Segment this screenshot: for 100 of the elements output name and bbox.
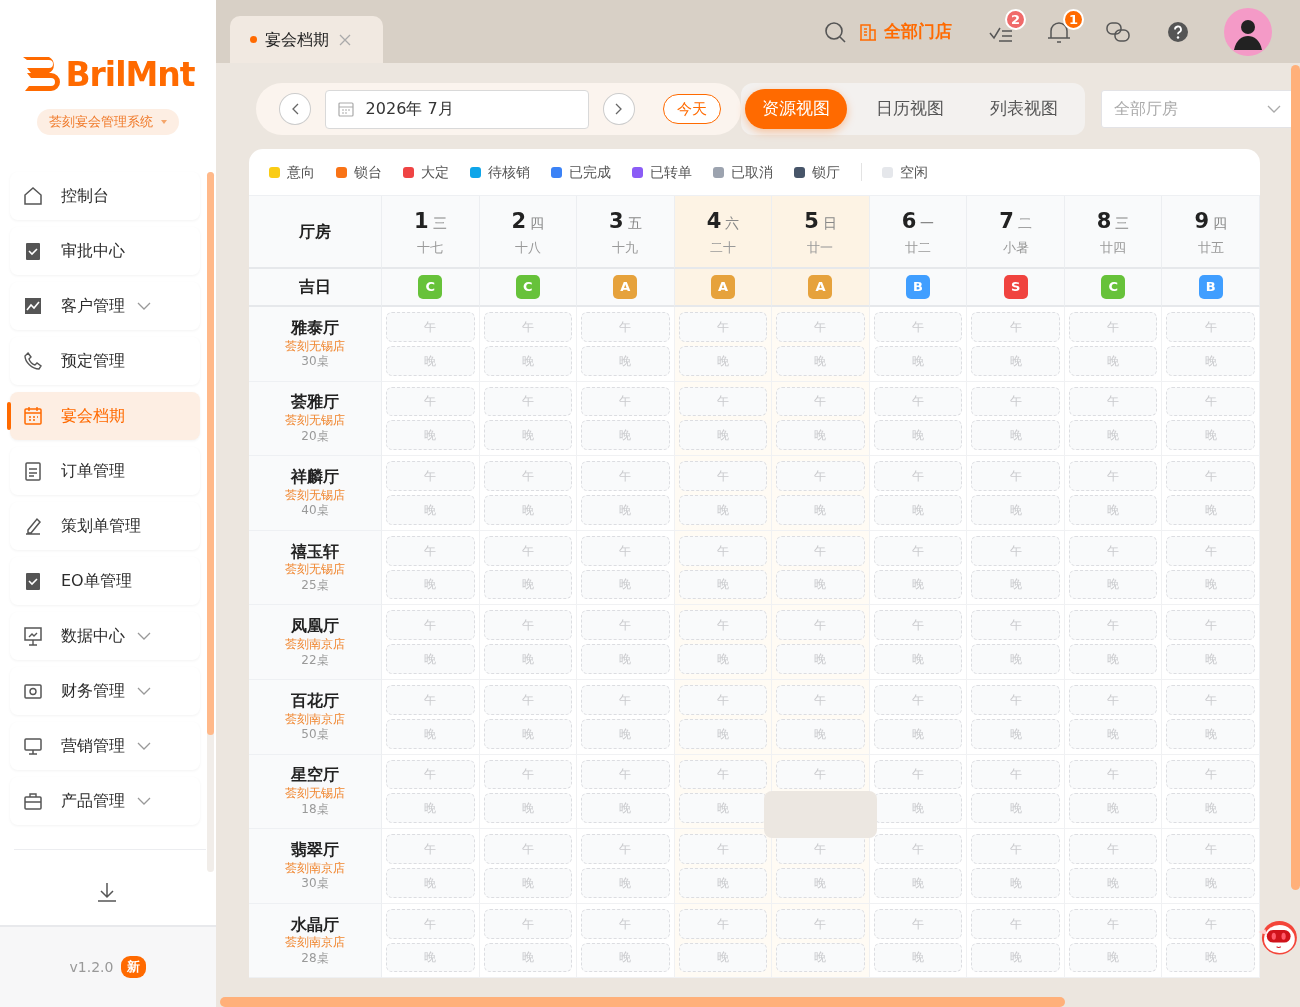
today-button[interactable]: 今天 <box>662 94 721 124</box>
sidebar-item[interactable]: 财务管理 <box>10 667 200 715</box>
store-name: 荟刻无锡店 <box>285 338 345 355</box>
chart-icon <box>22 295 44 317</box>
messages-button[interactable] <box>1105 19 1131 45</box>
chevron-right-icon <box>614 103 623 115</box>
store-name: 荟刻南京店 <box>285 935 345 951</box>
legend-label: 已完成 <box>569 162 611 182</box>
room-name: 雅泰厅 <box>291 317 339 339</box>
store-selector[interactable]: 全部门店 <box>859 19 952 45</box>
legend-label: 大定 <box>421 162 449 182</box>
view-tab[interactable]: 列表视图 <box>973 89 1075 129</box>
day-number: 2 <box>511 208 527 235</box>
presentation-board-icon <box>22 625 44 647</box>
day-number: 5 <box>804 208 819 235</box>
lunar-date: 廿四 <box>1100 238 1127 257</box>
weekday-label: 四 <box>530 214 545 233</box>
weekday-label: 一 <box>920 214 935 233</box>
document-icon <box>22 460 44 482</box>
sidebar-item[interactable]: 预定管理 <box>10 337 200 385</box>
table-count: 30桌 <box>301 876 329 892</box>
scrollbar[interactable] <box>220 997 1065 1007</box>
view-tab[interactable]: 资源视图 <box>745 89 847 129</box>
column-header: 厅房 <box>299 220 331 243</box>
count-badge: 2 <box>1005 9 1026 30</box>
weekday-label: 二 <box>1017 214 1032 233</box>
building-icon <box>859 23 877 41</box>
bell-icon <box>1046 19 1072 45</box>
lunar-date: 十八 <box>514 238 541 257</box>
calendar-icon <box>337 101 354 117</box>
legend-label: 已取消 <box>731 162 773 182</box>
day-number: 3 <box>609 208 624 235</box>
avatar-icon <box>1224 8 1272 56</box>
search-button[interactable] <box>824 21 846 43</box>
table-count: 50桌 <box>301 727 329 743</box>
store-name: 荟刻无锡店 <box>285 786 345 802</box>
lunar-date: 十九 <box>612 238 639 257</box>
monitor-icon <box>22 735 44 757</box>
sidebar-item[interactable]: EO单管理 <box>10 557 200 605</box>
help-button[interactable] <box>1167 21 1189 43</box>
store-name: 荟刻南京店 <box>285 636 345 653</box>
table-count: 20桌 <box>301 428 329 445</box>
day-number: 7 <box>999 208 1014 235</box>
scrollbar[interactable] <box>207 172 214 735</box>
hall-select[interactable]: 全部厅房 <box>1101 90 1294 128</box>
chevron-down-icon <box>1267 105 1281 113</box>
legend-label: 待核销 <box>488 162 530 182</box>
sidebar-item[interactable]: 营销管理 <box>10 722 200 770</box>
room-name: 禧玉轩 <box>291 541 339 563</box>
month-picker-field[interactable]: 2026年 7月 <box>324 89 590 129</box>
weekday-label: 三 <box>1115 214 1130 233</box>
phone-icon <box>22 350 44 372</box>
weekday-label: 三 <box>432 214 447 233</box>
grade-badge: C <box>1101 275 1126 299</box>
room-name: 百花厅 <box>291 690 339 712</box>
store-name: 荟刻无锡店 <box>285 562 345 578</box>
room-name: 荟雅厅 <box>291 392 339 414</box>
room-name: 祥麟厅 <box>291 467 339 488</box>
scrollbar[interactable] <box>1291 65 1300 890</box>
table-count: 30桌 <box>301 354 329 370</box>
avatar-button[interactable] <box>1224 8 1272 56</box>
grade-badge: A <box>710 275 735 299</box>
table-count: 18桌 <box>301 801 329 818</box>
sidebar-item[interactable]: 产品管理 <box>10 777 200 825</box>
weekday-label: 五 <box>627 214 642 233</box>
row-header: 吉日 <box>299 276 331 298</box>
view-tab[interactable]: 日历视图 <box>859 89 961 129</box>
download-button[interactable] <box>96 881 118 903</box>
sidebar-item[interactable]: 控制台 <box>10 172 200 220</box>
sidebar-item[interactable]: 客户管理 <box>10 282 200 330</box>
grade-badge: C <box>515 275 540 299</box>
store-name: 荟刻南京店 <box>285 711 345 728</box>
table-count: 28桌 <box>301 950 329 967</box>
sidebar-item[interactable]: 数据中心 <box>10 612 200 660</box>
logo-text: BrilMnt <box>65 57 195 91</box>
chevron-left-icon <box>290 103 299 115</box>
day-number: 4 <box>706 208 722 235</box>
page-tab[interactable]: 宴会档期 <box>230 16 383 63</box>
weekday-label: 日 <box>822 214 837 233</box>
legend-label: 意向 <box>287 162 315 182</box>
robot-assistant-icon[interactable] <box>1257 918 1299 956</box>
calendar-icon <box>22 405 44 427</box>
sidebar-item[interactable]: 订单管理 <box>10 447 200 495</box>
logo-icon <box>21 55 62 94</box>
notifications-button[interactable] <box>1046 19 1072 45</box>
download-icon <box>96 881 118 903</box>
day-number: 6 <box>901 208 917 235</box>
sidebar-item[interactable]: 审批中心 <box>10 227 200 275</box>
search-icon <box>824 21 846 43</box>
system-switcher[interactable]: 荟刻宴会管理系统 <box>37 109 179 135</box>
weekday-label: 六 <box>725 214 740 233</box>
grade-badge: S <box>1003 275 1028 299</box>
table-count: 25桌 <box>301 577 329 594</box>
lunar-date: 小暑 <box>1002 238 1029 257</box>
briefcase-icon <box>22 790 44 812</box>
day-number: 1 <box>413 208 429 235</box>
grade-badge: A <box>613 275 638 299</box>
sidebar-item[interactable]: 策划单管理 <box>10 502 200 550</box>
sidebar-item[interactable]: 宴会档期 <box>10 392 200 440</box>
grade-badge: A <box>808 275 833 299</box>
